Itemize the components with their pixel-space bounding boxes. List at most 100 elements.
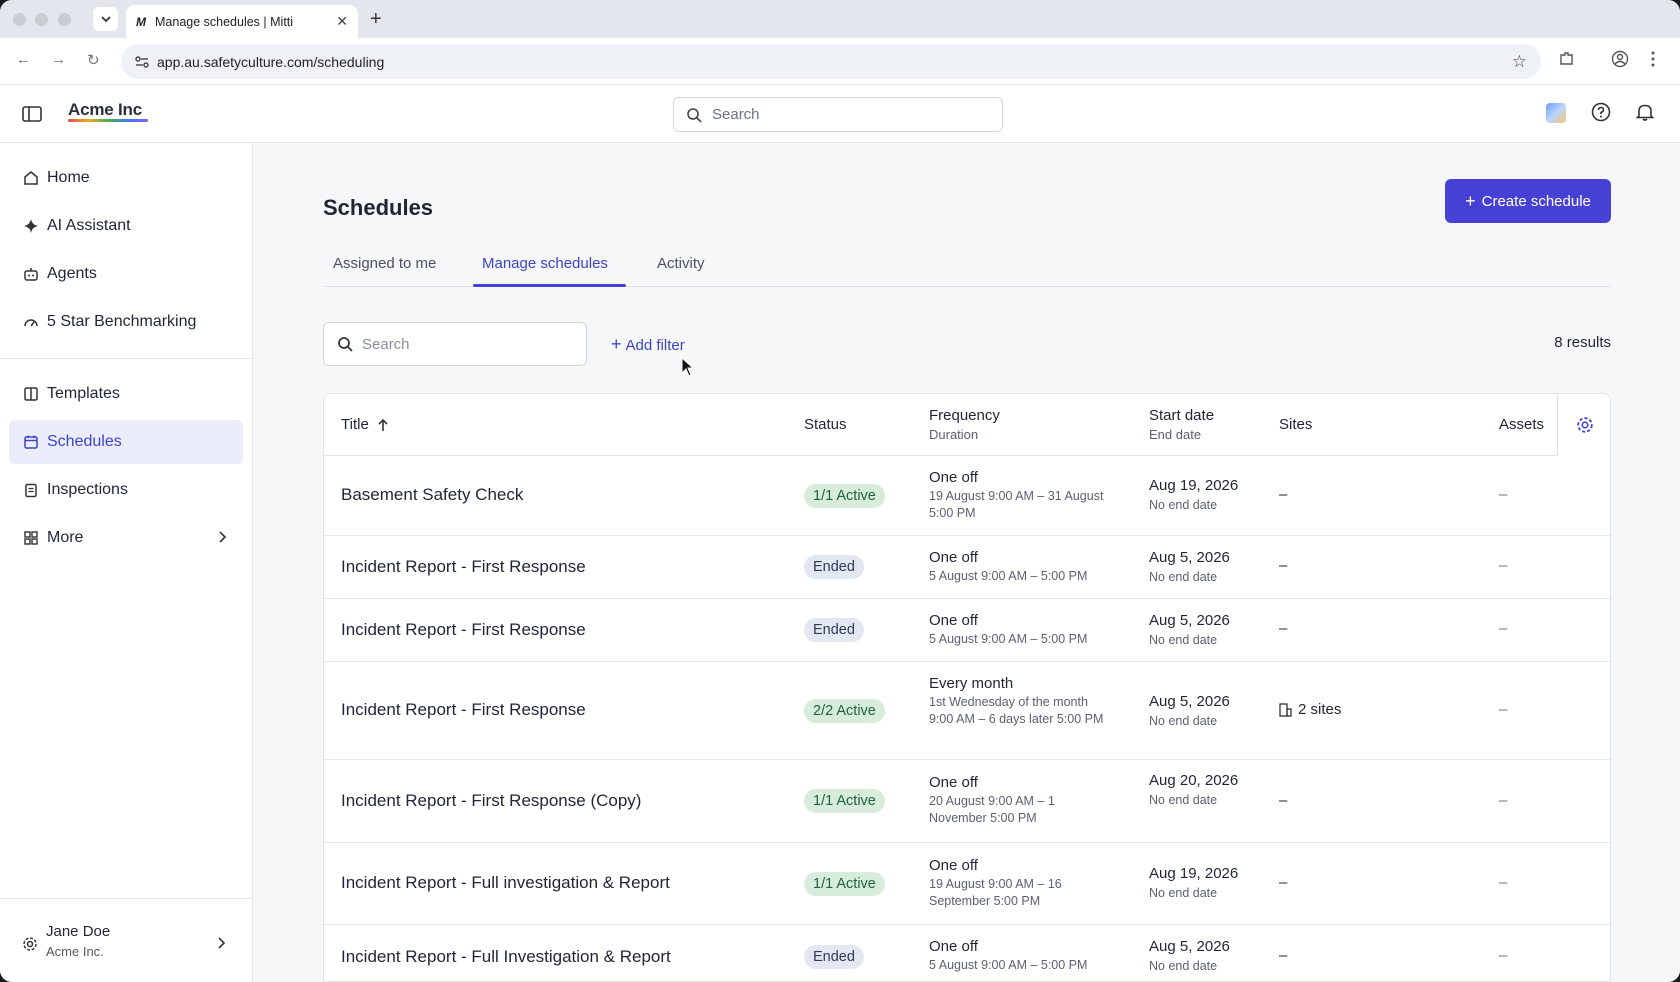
- brand-logo[interactable]: Acme Inc: [68, 100, 142, 120]
- browser-window: M Manage schedules | Mitti ✕ + ← → ↻ app…: [0, 0, 1680, 982]
- date-cell: Aug 19, 2026 No end date: [1149, 476, 1259, 514]
- bookmark-star-icon[interactable]: ☆: [1512, 52, 1527, 72]
- schedule-title[interactable]: Incident Report - First Response: [341, 620, 586, 640]
- sidebar-item-ai-assistant[interactable]: AI Assistant: [9, 204, 243, 248]
- search-icon: [687, 108, 702, 123]
- assets-cell: –: [1499, 620, 1508, 637]
- new-tab-button[interactable]: +: [370, 9, 382, 29]
- active-tab-indicator: [473, 284, 626, 287]
- sidebar-item-home[interactable]: Home: [9, 156, 243, 200]
- site-settings-icon[interactable]: [134, 54, 150, 70]
- table-row[interactable]: Incident Report - First Response 2/2 Act…: [324, 662, 1610, 760]
- schedule-title[interactable]: Incident Report - Full investigation & R…: [341, 873, 670, 893]
- tab-search-button[interactable]: [93, 7, 118, 31]
- table-row[interactable]: Incident Report - First Response Ended O…: [324, 536, 1610, 599]
- global-search-input[interactable]: Search: [673, 97, 1003, 132]
- ai-assistant-icon[interactable]: [1546, 103, 1566, 123]
- main-content: Schedules + Create schedule Assigned to …: [253, 143, 1680, 982]
- sidebar: Home AI Assistant Agents 5 Star Benchmar…: [0, 143, 253, 982]
- user-organization: Acme Inc.: [46, 944, 104, 959]
- close-window-button[interactable]: [13, 13, 26, 26]
- forward-icon[interactable]: →: [51, 51, 66, 68]
- duration-text: 5 August 9:00 AM – 5:00 PM: [929, 632, 1088, 646]
- schedule-title[interactable]: Incident Report - First Response: [341, 557, 586, 577]
- tab-assigned-to-me[interactable]: Assigned to me: [333, 255, 436, 272]
- browser-menu-icon[interactable]: [1650, 50, 1656, 68]
- add-filter-button[interactable]: + Add filter: [611, 334, 685, 355]
- assets-cell: –: [1499, 792, 1508, 809]
- status-badge: Ended: [804, 618, 864, 642]
- sort-ascending-icon: [378, 418, 388, 431]
- status-badge: Ended: [804, 945, 864, 969]
- schedule-tabs: Assigned to me Manage schedules Activity: [323, 243, 1611, 287]
- mouse-cursor-icon: [681, 357, 695, 377]
- sidebar-item-label: Schedules: [47, 433, 122, 450]
- column-start-date[interactable]: Start date: [1149, 407, 1214, 424]
- column-assets[interactable]: Assets: [1499, 416, 1544, 433]
- help-icon[interactable]: [1591, 102, 1611, 122]
- gauge-icon: [22, 313, 40, 331]
- extensions-icon[interactable]: [1558, 50, 1576, 68]
- address-bar[interactable]: app.au.safetyculture.com/scheduling ☆: [121, 44, 1541, 79]
- user-name: Jane Doe: [46, 923, 111, 940]
- notifications-bell-icon[interactable]: [1635, 102, 1655, 122]
- schedule-title[interactable]: Incident Report - First Response: [341, 700, 586, 720]
- minimize-window-button[interactable]: [35, 13, 48, 26]
- sidebar-item-inspections[interactable]: Inspections: [9, 468, 243, 512]
- end-date-text: No end date: [1149, 633, 1218, 647]
- tab-close-icon[interactable]: ✕: [336, 13, 348, 30]
- sidebar-item-schedules[interactable]: Schedules: [9, 420, 243, 464]
- schedule-title[interactable]: Basement Safety Check: [341, 485, 523, 505]
- schedule-search-placeholder: Search: [362, 335, 410, 353]
- calendar-icon: [22, 433, 40, 451]
- sites-text: –: [1279, 620, 1288, 637]
- maximize-window-button[interactable]: [58, 13, 71, 26]
- browser-toolbar: ← → ↻ app.au.safetyculture.com/schedulin…: [0, 38, 1680, 85]
- table-row[interactable]: Incident Report - Full Investigation & R…: [324, 925, 1610, 981]
- frequency-text: One off: [929, 549, 978, 566]
- table-row[interactable]: Incident Report - Full investigation & R…: [324, 843, 1610, 925]
- schedule-title[interactable]: Incident Report - First Response (Copy): [341, 791, 641, 811]
- frequency-text: One off: [929, 612, 978, 629]
- sites-cell[interactable]: 2 sites: [1279, 701, 1341, 718]
- frequency-cell: One off 19 August 9:00 AM – 31 August 5:…: [929, 468, 1119, 522]
- sidebar-divider: [0, 358, 253, 359]
- sidebar-item-templates[interactable]: Templates: [9, 372, 243, 416]
- column-end-date: End date: [1149, 427, 1202, 442]
- assets-cell: –: [1499, 701, 1508, 718]
- date-cell: Aug 19, 2026 No end date: [1149, 864, 1259, 902]
- schedule-title[interactable]: Incident Report - Full Investigation & R…: [341, 947, 671, 967]
- profile-icon[interactable]: [1611, 50, 1629, 68]
- frequency-text: One off: [929, 469, 978, 486]
- column-duration: Duration: [929, 427, 979, 442]
- sidebar-item-5-star-benchmarking[interactable]: 5 Star Benchmarking: [9, 300, 243, 344]
- sites-text: –: [1279, 874, 1288, 891]
- tab-activity[interactable]: Activity: [657, 255, 705, 272]
- start-date-text: Aug 5, 2026: [1149, 612, 1230, 629]
- back-icon[interactable]: ←: [16, 51, 31, 68]
- reload-icon[interactable]: ↻: [87, 51, 100, 69]
- column-status[interactable]: Status: [804, 416, 847, 433]
- sidebar-toggle-icon[interactable]: [22, 105, 42, 123]
- sidebar-item-more[interactable]: More: [9, 516, 243, 560]
- table-row[interactable]: Incident Report - First Response Ended O…: [324, 599, 1610, 662]
- date-cell: Aug 5, 2026 No end date: [1149, 937, 1259, 975]
- assets-cell: –: [1499, 557, 1508, 574]
- column-frequency[interactable]: Frequency: [929, 407, 1000, 424]
- column-settings-button[interactable]: [1557, 394, 1610, 456]
- frequency-text: One off: [929, 938, 978, 955]
- browser-tab[interactable]: M Manage schedules | Mitti ✕: [126, 5, 358, 38]
- user-menu[interactable]: Jane Doe Acme Inc.: [0, 898, 253, 982]
- tab-manage-schedules[interactable]: Manage schedules: [482, 255, 608, 272]
- sidebar-item-agents[interactable]: Agents: [9, 252, 243, 296]
- search-icon: [338, 337, 353, 352]
- table-row[interactable]: Incident Report - First Response (Copy) …: [324, 760, 1610, 843]
- table-row[interactable]: Basement Safety Check 1/1 Active One off…: [324, 456, 1610, 536]
- column-sites[interactable]: Sites: [1279, 416, 1312, 433]
- chevron-right-icon: [219, 531, 227, 543]
- schedule-search-input[interactable]: Search: [323, 322, 587, 366]
- column-title[interactable]: Title: [341, 416, 389, 433]
- start-date-text: Aug 5, 2026: [1149, 693, 1230, 710]
- create-schedule-button[interactable]: + Create schedule: [1445, 179, 1611, 223]
- frequency-cell: One off 19 August 9:00 AM – 16 September…: [929, 856, 1099, 910]
